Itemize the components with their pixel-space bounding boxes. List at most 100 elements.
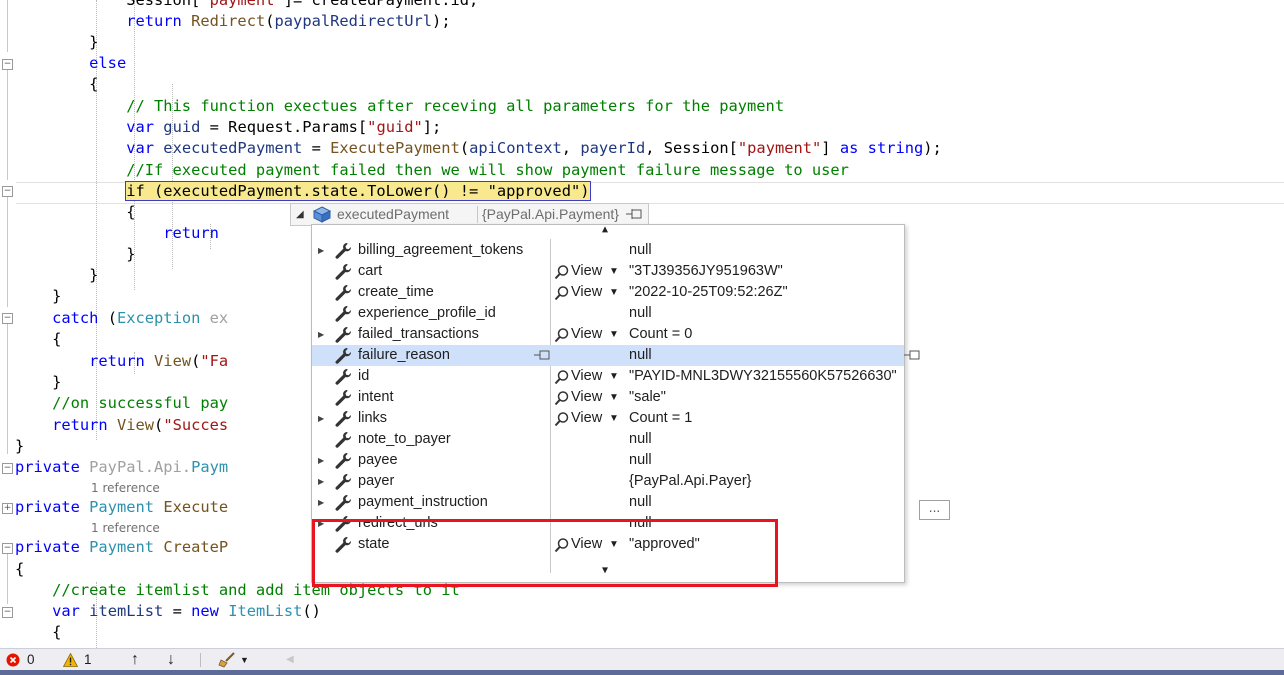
object-cube-icon [313, 206, 331, 223]
dropdown-arrow-icon[interactable]: ▼ [609, 282, 619, 303]
dropdown-arrow-icon[interactable]: ▼ [609, 366, 619, 387]
code-line[interactable]: private Payment CreateP [15, 537, 228, 558]
code-line[interactable]: Session["payment"]= createdPayment.id; [15, 0, 478, 11]
expand-arrow-icon[interactable]: ▶ [318, 408, 324, 429]
expand-arrow-icon[interactable]: ▶ [318, 492, 324, 513]
code-token: ItemList [228, 602, 303, 620]
property-value[interactable]: null [629, 303, 652, 324]
code-line[interactable]: //on successful pay [15, 393, 228, 414]
scroll-up-arrow-icon[interactable]: ▲ [602, 224, 608, 235]
code-line[interactable]: var executedPayment = ExecutePayment(api… [15, 138, 942, 159]
code-line[interactable]: return [15, 223, 219, 244]
datatip-row-payee[interactable]: ▶ payee null [312, 450, 904, 471]
code-line[interactable]: { [15, 622, 61, 643]
property-wrench-icon [334, 389, 352, 407]
property-name: links [358, 410, 388, 426]
datatip-row-id[interactable]: id View ▼ "PAYID-MNL3DWY32155560K57526630" [312, 366, 904, 387]
datatip-row-payment-instruction[interactable]: ▶ payment_instruction null [312, 492, 904, 513]
magnifier-icon [554, 369, 570, 385]
scroll-left-icon[interactable]: ◀ [286, 649, 294, 671]
property-value[interactable]: Count = 1 [629, 408, 692, 429]
code-line[interactable]: { [15, 74, 98, 95]
arrow-up-icon[interactable]: ↑ [131, 649, 139, 671]
expand-arrow-icon[interactable]: ▶ [318, 240, 324, 261]
code-token: return [163, 224, 219, 242]
property-value[interactable]: null [629, 429, 652, 450]
datatip-row-links[interactable]: ▶ links View ▼ Count = 1 [312, 408, 904, 429]
code-token: CreateP [163, 538, 229, 556]
magnifier-icon [554, 411, 570, 427]
code-line[interactable]: var guid = Request.Params["guid"]; [15, 117, 441, 138]
code-line[interactable]: } [15, 244, 135, 265]
code-token: Payment [89, 538, 155, 556]
code-line[interactable]: //If executed payment failed then we wil… [15, 160, 849, 181]
code-line[interactable]: { [15, 329, 61, 350]
datatip-row-failed-transactions[interactable]: ▶ failed_transactions View ▼ Count = 0 [312, 324, 904, 345]
datatip-row-intent[interactable]: intent View ▼ "sale" [312, 387, 904, 408]
collapsed-region-marker[interactable]: ... [919, 500, 950, 520]
dropdown-arrow-icon[interactable]: ▼ [609, 261, 619, 282]
expand-arrow-icon[interactable]: ▶ [318, 471, 324, 492]
property-value[interactable]: null [629, 240, 652, 261]
code-line[interactable]: } [15, 265, 98, 286]
chevron-down-icon[interactable]: ▼ [240, 649, 249, 671]
code-token: "Fa [200, 352, 229, 370]
code-token: ex [200, 309, 229, 327]
property-name: id [358, 368, 370, 384]
code-line[interactable]: return View("Fa [15, 351, 228, 372]
property-value[interactable]: {PayPal.Api.Payer} [629, 471, 752, 492]
datatip-row-experience-profile-id[interactable]: experience_profile_id null [312, 303, 904, 324]
status-bar: 0 1 ↑ ↓ ▼ ◀ [0, 648, 1284, 671]
code-line[interactable]: return View("Succes [15, 415, 228, 436]
code-token: var [126, 118, 155, 136]
property-value[interactable]: "2022-10-25T09:52:26Z" [629, 282, 788, 303]
dropdown-arrow-icon[interactable]: ▼ [609, 324, 619, 345]
code-cleanup-broom-icon[interactable] [218, 652, 236, 668]
datatip-row-note-to-payer[interactable]: note_to_payer null [312, 429, 904, 450]
code-line[interactable]: // This function exectues after receving… [15, 96, 784, 117]
datatip-row-billing-agreement-tokens[interactable]: ▶ billing_agreement_tokens null [312, 240, 904, 261]
code-line[interactable]: var itemList = new ItemList() [15, 601, 321, 622]
codelens-references[interactable]: 1 reference [91, 481, 160, 495]
datatip-row-failure-reason[interactable]: failure_reason null [312, 345, 920, 366]
property-value[interactable]: null [629, 492, 652, 513]
code-token: new [191, 602, 219, 620]
datatip-row-create-time[interactable]: create_time View ▼ "2022-10-25T09:52:26Z" [312, 282, 904, 303]
code-line[interactable]: } [15, 286, 61, 307]
datatip-header[interactable]: ◢ executedPayment {PayPal.Api.Payment} [290, 203, 649, 226]
code-line[interactable]: if (executedPayment.state.ToLower() != "… [15, 181, 591, 202]
codelens-references[interactable]: 1 reference [91, 521, 160, 535]
property-value[interactable]: Count = 0 [629, 324, 692, 345]
code-line[interactable]: return Redirect(paypalRedirectUrl); [15, 11, 450, 32]
code-line[interactable]: } [15, 32, 98, 53]
code-token: private [15, 458, 80, 476]
code-line[interactable]: { [15, 202, 135, 223]
arrow-down-icon[interactable]: ↓ [167, 649, 175, 671]
code-line[interactable]: else [15, 53, 126, 74]
expand-arrow-icon[interactable]: ▶ [318, 450, 324, 471]
expand-arrow-icon[interactable]: ▶ [318, 324, 324, 345]
code-line[interactable]: } [15, 372, 61, 393]
property-value[interactable]: "PAYID-MNL3DWY32155560K57526630" [629, 366, 897, 387]
code-token: View [154, 352, 192, 370]
property-value[interactable]: null [629, 345, 652, 366]
code-line[interactable]: } [15, 436, 24, 457]
dropdown-arrow-icon[interactable]: ▼ [609, 387, 619, 408]
code-token: } [15, 373, 62, 391]
dropdown-arrow-icon[interactable]: ▼ [609, 408, 619, 429]
code-line[interactable]: { [15, 559, 24, 580]
pin-icon[interactable] [904, 350, 920, 360]
property-value[interactable]: "sale" [629, 387, 666, 408]
property-value[interactable]: null [629, 450, 652, 471]
pin-icon[interactable] [626, 209, 642, 219]
code-line[interactable]: private PayPal.Api.Paym [15, 457, 228, 478]
code-line[interactable]: catch (Exception ex [15, 308, 228, 329]
collapse-triangle-icon[interactable]: ◢ [296, 204, 304, 225]
datatip-row-payer[interactable]: ▶ payer {PayPal.Api.Payer} [312, 471, 904, 492]
property-value[interactable]: "3TJ39356JY951963W" [629, 261, 783, 282]
property-name: experience_profile_id [358, 305, 496, 321]
datatip-row-cart[interactable]: cart View ▼ "3TJ39356JY951963W" [312, 261, 904, 282]
pin-icon[interactable] [534, 350, 550, 360]
